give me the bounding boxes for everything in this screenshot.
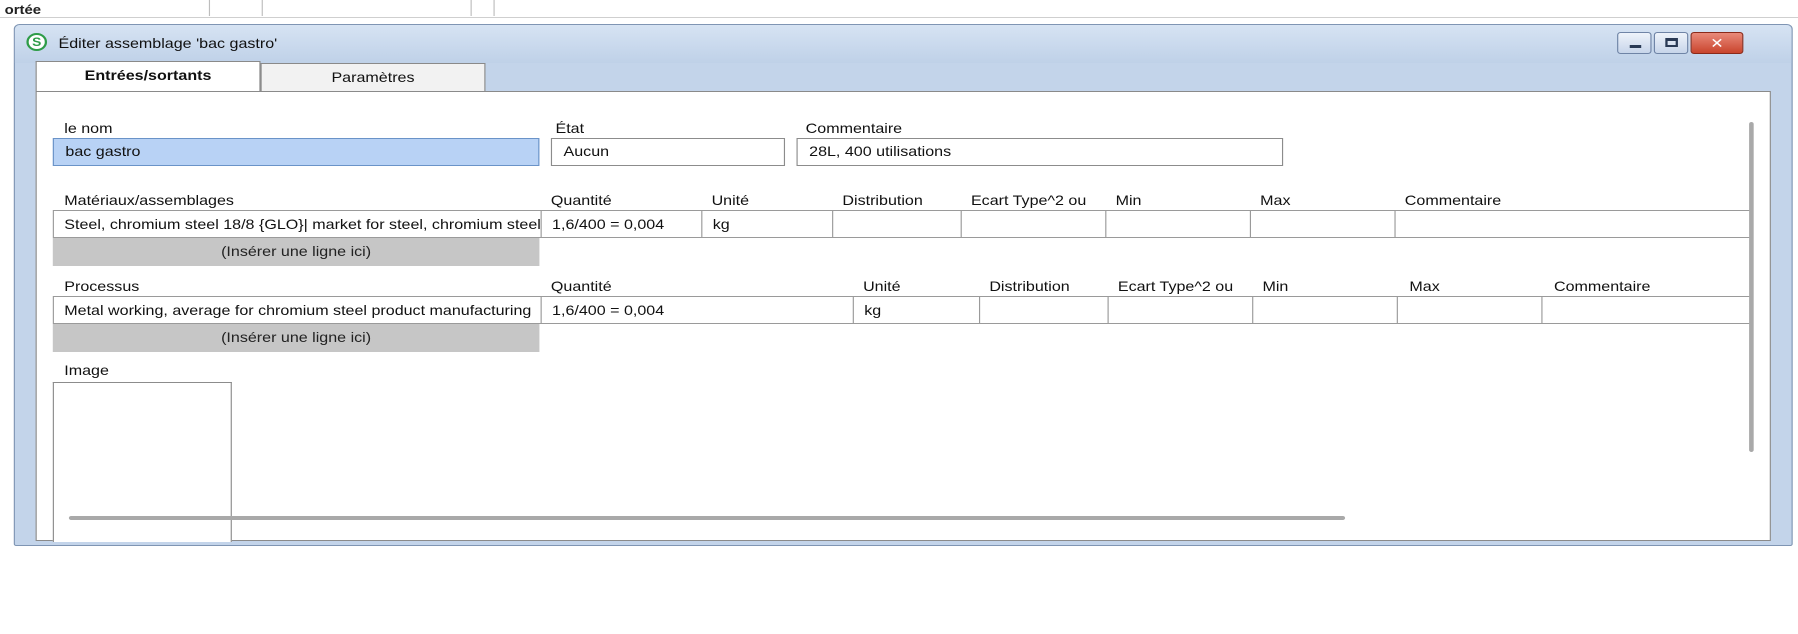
process-min-cell[interactable] xyxy=(1253,297,1398,323)
material-min-cell[interactable] xyxy=(1106,211,1251,237)
material-stddev-cell[interactable] xyxy=(962,211,1107,237)
app-s-icon: S xyxy=(26,33,48,51)
material-name-cell[interactable]: Steel, chromium steel 18/8 {GLO}| market… xyxy=(52,211,542,237)
tab-inputs-outputs[interactable]: Entrées/sortants xyxy=(35,61,261,91)
processes-stddev-header: Ecart Type^2 ou xyxy=(1117,278,1234,294)
name-field[interactable]: bac gastro xyxy=(52,138,540,166)
screen: ortée S Éditer assemblage 'bac gastro' ✕… xyxy=(0,0,1798,634)
materials-unit-header: Unité xyxy=(711,192,750,208)
material-comment-cell[interactable] xyxy=(1396,211,1752,237)
processes-unit-header: Unité xyxy=(863,278,901,294)
maximize-icon xyxy=(1665,38,1678,47)
minimize-button[interactable] xyxy=(1617,32,1652,54)
process-distribution-cell[interactable] xyxy=(980,297,1109,323)
materials-comment-header: Commentaire xyxy=(1404,192,1502,208)
tab-parameters[interactable]: Paramètres xyxy=(260,63,486,91)
process-stddev-cell[interactable] xyxy=(1109,297,1254,323)
image-label: Image xyxy=(64,362,109,378)
process-comment-cell[interactable] xyxy=(1543,297,1752,323)
materials-header: Matériaux/assemblages xyxy=(64,192,234,208)
window-title: Éditer assemblage 'bac gastro' xyxy=(58,35,278,51)
materials-quantity-header: Quantité xyxy=(550,192,612,208)
name-label: le nom xyxy=(64,120,113,136)
process-quantity-cell[interactable]: 1,6/400 = 0,004 xyxy=(542,297,854,323)
processes-insert-row-button[interactable]: (Insérer une ligne ici) xyxy=(52,324,540,352)
maximize-button[interactable] xyxy=(1653,32,1689,54)
processes-comment-header: Commentaire xyxy=(1553,278,1651,294)
processes-quantity-header: Quantité xyxy=(550,278,612,294)
materials-insert-row-button[interactable]: (Insérer une ligne ici) xyxy=(52,238,540,266)
horizontal-scrollbar[interactable] xyxy=(68,516,1346,520)
state-label: État xyxy=(555,120,585,136)
background-divider xyxy=(208,0,211,16)
background-divider xyxy=(261,0,263,16)
comment-field[interactable]: 28L, 400 utilisations xyxy=(796,138,1284,166)
material-quantity-cell[interactable]: 1,6/400 = 0,004 xyxy=(542,211,703,237)
material-unit-cell[interactable]: kg xyxy=(702,211,834,237)
background-app-strip: ortée xyxy=(0,0,1798,18)
background-text: ortée xyxy=(4,2,42,17)
close-icon: ✕ xyxy=(1710,35,1724,51)
materials-distribution-header: Distribution xyxy=(842,192,923,208)
processes-header: Processus xyxy=(64,278,140,294)
title-bar[interactable]: S Éditer assemblage 'bac gastro' ✕ xyxy=(14,25,1792,63)
process-unit-cell[interactable]: kg xyxy=(854,297,981,323)
process-name-cell[interactable]: Metal working, average for chromium stee… xyxy=(52,297,542,323)
processes-max-header: Max xyxy=(1409,278,1440,294)
close-button[interactable]: ✕ xyxy=(1690,32,1744,54)
background-divider xyxy=(470,0,472,16)
table-row[interactable]: Steel, chromium steel 18/8 {GLO}| market… xyxy=(52,210,1752,238)
material-max-cell[interactable] xyxy=(1251,211,1396,237)
edit-assembly-window: S Éditer assemblage 'bac gastro' ✕ Entré… xyxy=(13,24,1793,546)
minimize-icon xyxy=(1629,45,1642,48)
vertical-scrollbar[interactable] xyxy=(1749,122,1754,452)
tab-content-panel: le nom bac gastro État Aucun Commentaire… xyxy=(35,91,1771,542)
processes-min-header: Min xyxy=(1262,278,1289,294)
process-max-cell[interactable] xyxy=(1398,297,1543,323)
materials-max-header: Max xyxy=(1260,192,1291,208)
state-field[interactable]: Aucun xyxy=(550,138,786,166)
material-distribution-cell[interactable] xyxy=(833,211,962,237)
comment-label: Commentaire xyxy=(805,120,903,136)
materials-stddev-header: Ecart Type^2 ou xyxy=(970,192,1087,208)
processes-distribution-header: Distribution xyxy=(989,278,1070,294)
materials-min-header: Min xyxy=(1115,192,1142,208)
table-row[interactable]: Metal working, average for chromium stee… xyxy=(52,296,1752,324)
background-divider xyxy=(493,0,495,16)
